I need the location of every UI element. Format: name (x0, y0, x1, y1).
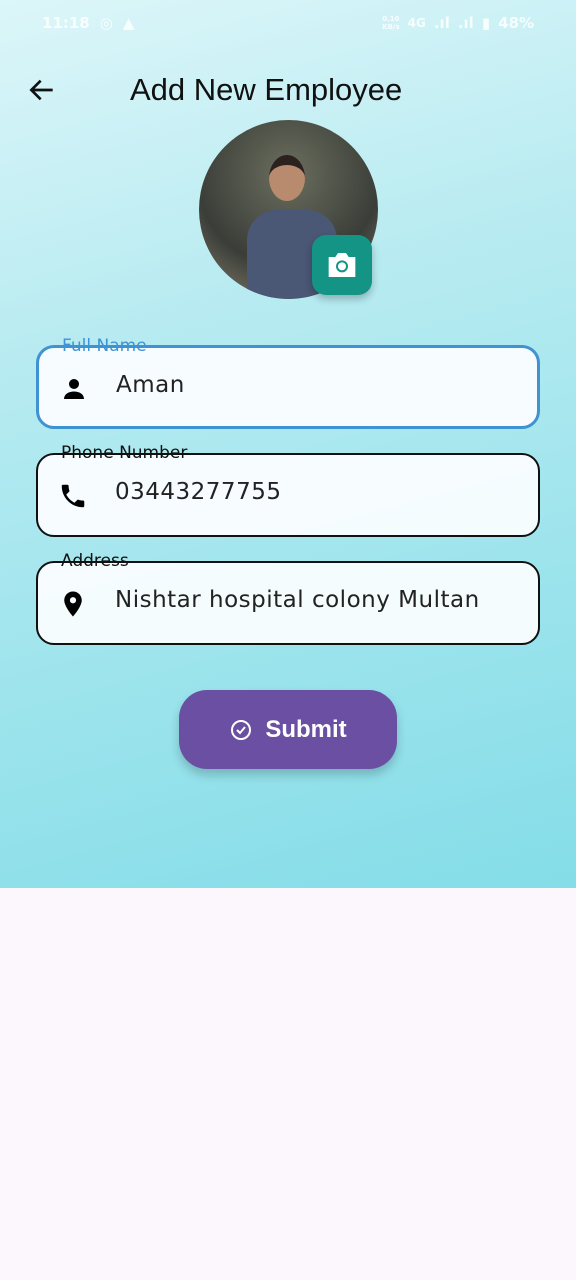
phone-label: Phone Number (56, 443, 193, 463)
network-speed: 0.10 KB/s (382, 15, 400, 31)
phone-input[interactable]: 03443277755 (115, 479, 281, 505)
warning-icon: ▲ (122, 14, 135, 32)
address-label: Address (56, 551, 134, 571)
signal-icon-2: .ıl (457, 14, 474, 32)
full-name-input[interactable]: Aman (116, 372, 185, 398)
check-circle-icon (231, 719, 252, 740)
phone-field[interactable]: Phone Number 03443277755 (36, 443, 540, 537)
back-button[interactable] (26, 74, 58, 106)
status-time: 11:18 (42, 14, 90, 32)
address-field[interactable]: Address Nishtar hospital colony Multan (36, 551, 540, 645)
full-name-label: Full Name (57, 336, 152, 356)
submit-button[interactable]: Submit (179, 690, 397, 769)
address-input[interactable]: Nishtar hospital colony Multan (115, 587, 480, 613)
phone-icon (61, 484, 85, 508)
full-name-field[interactable]: Full Name Aman (36, 336, 540, 429)
person-icon (64, 379, 84, 399)
status-bar: 11:18 ◎ ▲ 0.10 KB/s 4G .ıl .ıl ▮ 48% (0, 14, 576, 36)
battery-level: 48% (498, 14, 534, 32)
signal-icon: .ıl (433, 14, 450, 32)
page-title: Add New Employee (130, 72, 403, 107)
battery-icon: ▮ (481, 14, 491, 32)
change-photo-button[interactable] (312, 235, 372, 295)
arrow-left-icon (29, 79, 53, 101)
location-pin-icon (64, 591, 82, 617)
submit-label: Submit (265, 715, 347, 743)
network-type: 4G (407, 16, 426, 30)
photo-person-head (269, 155, 305, 201)
whatsapp-icon: ◎ (99, 14, 113, 32)
camera-icon (328, 253, 356, 277)
